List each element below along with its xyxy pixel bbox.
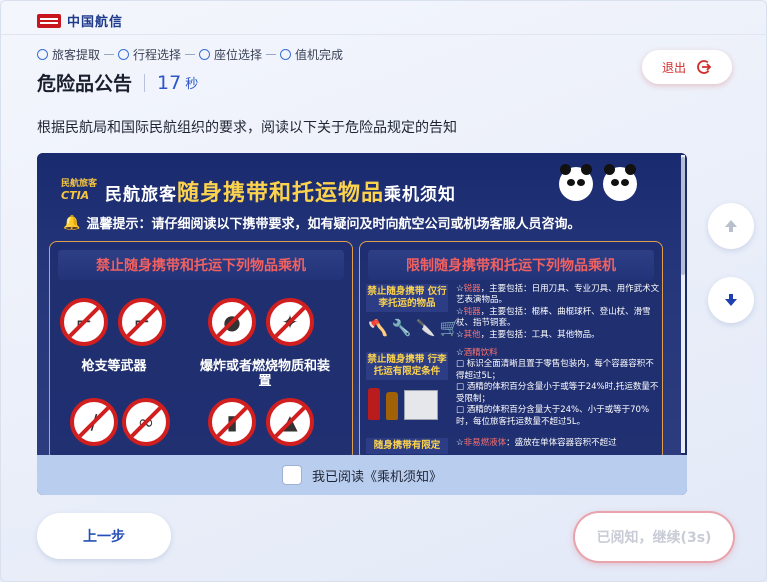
- no-firework-icon: ✦: [266, 298, 314, 346]
- panda-icon: [603, 164, 637, 201]
- step-item: 座位选择: [199, 46, 262, 63]
- previous-step-button[interactable]: 上一步: [37, 513, 171, 559]
- alcohol-rules: ☆酒精饮料 □ 标识全面清晰且置于零售包装内，每个容器容积不得超过5L； □ 酒…: [456, 348, 659, 427]
- step-label: 旅客提取: [52, 48, 101, 62]
- progress-steps: 旅客提取 行程选择 座位选择 值机完成: [37, 46, 343, 63]
- liquid-rules: ☆非易燃液体：盛放在单体容器容积不超过: [456, 438, 617, 448]
- no-flammable-liquid-icon: ▲: [266, 398, 314, 446]
- package-box-icon: [404, 390, 438, 420]
- step-circle-icon: [280, 49, 292, 60]
- exit-button[interactable]: 退出: [642, 50, 732, 84]
- step-divider: [104, 54, 115, 55]
- step-circle-icon: [199, 49, 211, 60]
- no-rifle-icon: ⌐: [60, 298, 108, 346]
- dangerous-goods-poster[interactable]: 民航旅客 CTIA 民航旅客随身携带和托运物品乘机须知 🔔 温馨提示：请仔细阅读以下…: [37, 153, 681, 455]
- checked-only-subheading: 禁止随身携带 仅行李托运的物品: [366, 284, 448, 312]
- carry-limited-subheading: 随身携带有限定: [366, 438, 448, 454]
- ctia-logo: 民航旅客 CTIA: [61, 179, 98, 202]
- panda-mascots: [559, 164, 637, 201]
- app-frame: 中国航信 旅客提取 行程选择 座位选择 值机完成 危险品公告 17 秒 退出 根…: [0, 0, 767, 582]
- logo-mark-icon: [37, 13, 61, 28]
- conditional-subheading: 禁止随身携带 行李托运有限定条件: [366, 352, 448, 380]
- title-row: 危险品公告 17 秒: [37, 69, 198, 96]
- knife-icon: 🔪: [415, 318, 436, 337]
- step-label: 行程选择: [133, 48, 182, 62]
- liquor-bottle-icon: [386, 392, 398, 420]
- prohibited-icons: ⌐ ⌐ 枪支等武器 ● ✦ 爆炸或者燃烧物质和装置 / ∞ ▮ ▲: [50, 288, 352, 455]
- alcohol-icons: [368, 388, 438, 420]
- page-title: 危险品公告: [37, 73, 133, 95]
- restricted-panel: 限制随身携带和托运下列物品乘机 禁止随身携带 仅行李托运的物品 ☆锐器，主要包括…: [359, 241, 663, 455]
- tools-icons: 🪓 🔧 🔪 🛒: [368, 318, 460, 337]
- no-explosive-icon: ●: [208, 298, 256, 346]
- logo-text: 中国航信: [67, 15, 124, 30]
- explosives-label: 爆炸或者燃烧物质和装置: [200, 359, 331, 389]
- read-confirm-checkbox[interactable]: [281, 465, 302, 485]
- weapons-label: 枪支等武器: [81, 359, 147, 374]
- read-confirm-label[interactable]: 我已阅读《乘机须知》: [312, 466, 442, 485]
- prohibited-heading: 禁止随身携带和托运下列物品乘机: [58, 250, 344, 280]
- step-circle-icon: [118, 49, 130, 60]
- step-circle-icon: [37, 49, 48, 60]
- prohibited-panel: 禁止随身携带和托运下列物品乘机 ⌐ ⌐ 枪支等武器 ● ✦ 爆炸或者燃烧物质和装…: [49, 241, 353, 455]
- no-handcuffs-icon: ∞: [122, 398, 170, 446]
- step-item: 旅客提取: [37, 46, 100, 63]
- restricted-heading: 限制随身携带和托运下列物品乘机: [368, 250, 654, 280]
- axe-icon: 🪓: [368, 318, 388, 337]
- step-label: 座位选择: [214, 48, 263, 62]
- scrollbar-thumb[interactable]: [681, 157, 685, 275]
- continue-button[interactable]: 已阅知，继续(3s): [575, 513, 733, 561]
- scroll-down-button[interactable]: [708, 277, 754, 323]
- read-confirm-bar: 我已阅读《乘机须知》: [37, 455, 687, 495]
- arrow-up-icon: [725, 220, 737, 232]
- panda-icon: [559, 164, 593, 201]
- bell-icon: 🔔: [63, 214, 81, 231]
- step-divider: [266, 54, 277, 55]
- checked-only-rules: ☆锐器，主要包括：日用刀具、专业刀具、用作武术文艺表演物品。 ☆钝器，主要包括：…: [456, 284, 660, 340]
- step-divider: [185, 54, 196, 55]
- arrow-down-icon: [725, 294, 737, 306]
- exit-icon: [697, 60, 712, 74]
- step-label: 值机完成: [295, 48, 344, 62]
- countdown-value: 17: [157, 71, 182, 94]
- poster-title: 民航旅客随身携带和托运物品乘机须知: [105, 181, 457, 206]
- cart-icon: 🛒: [439, 318, 460, 337]
- top-bar: 中国航信: [1, 1, 767, 35]
- step-item: 行程选择: [118, 46, 181, 63]
- intro-text: 根据民航局和国际民航组织的要求，阅读以下关于危险品规定的告知: [37, 120, 457, 136]
- no-knife-icon: /: [70, 398, 118, 446]
- countdown-unit: 秒: [185, 77, 199, 92]
- logo: 中国航信: [37, 11, 123, 30]
- scroll-up-button[interactable]: [708, 203, 754, 249]
- notice-viewer: 民航旅客 CTIA 民航旅客随身携带和托运物品乘机须知 🔔 温馨提示：请仔细阅读以下…: [37, 153, 687, 495]
- poster-warning: 🔔 温馨提示：请仔细阅读以下携带要求，如有疑问及时向航空公司或机场客服人员咨询。: [63, 214, 581, 233]
- drill-icon: 🔧: [391, 318, 412, 337]
- no-gas-cylinder-icon: ▮: [208, 398, 256, 446]
- step-item: 值机完成: [280, 46, 343, 63]
- wine-bottle-icon: [368, 388, 380, 420]
- no-pistol-icon: ⌐: [118, 298, 166, 346]
- poster-header: 民航旅客 CTIA 民航旅客随身携带和托运物品乘机须知: [61, 175, 456, 207]
- exit-label: 退出: [661, 60, 686, 75]
- title-divider: [144, 73, 146, 92]
